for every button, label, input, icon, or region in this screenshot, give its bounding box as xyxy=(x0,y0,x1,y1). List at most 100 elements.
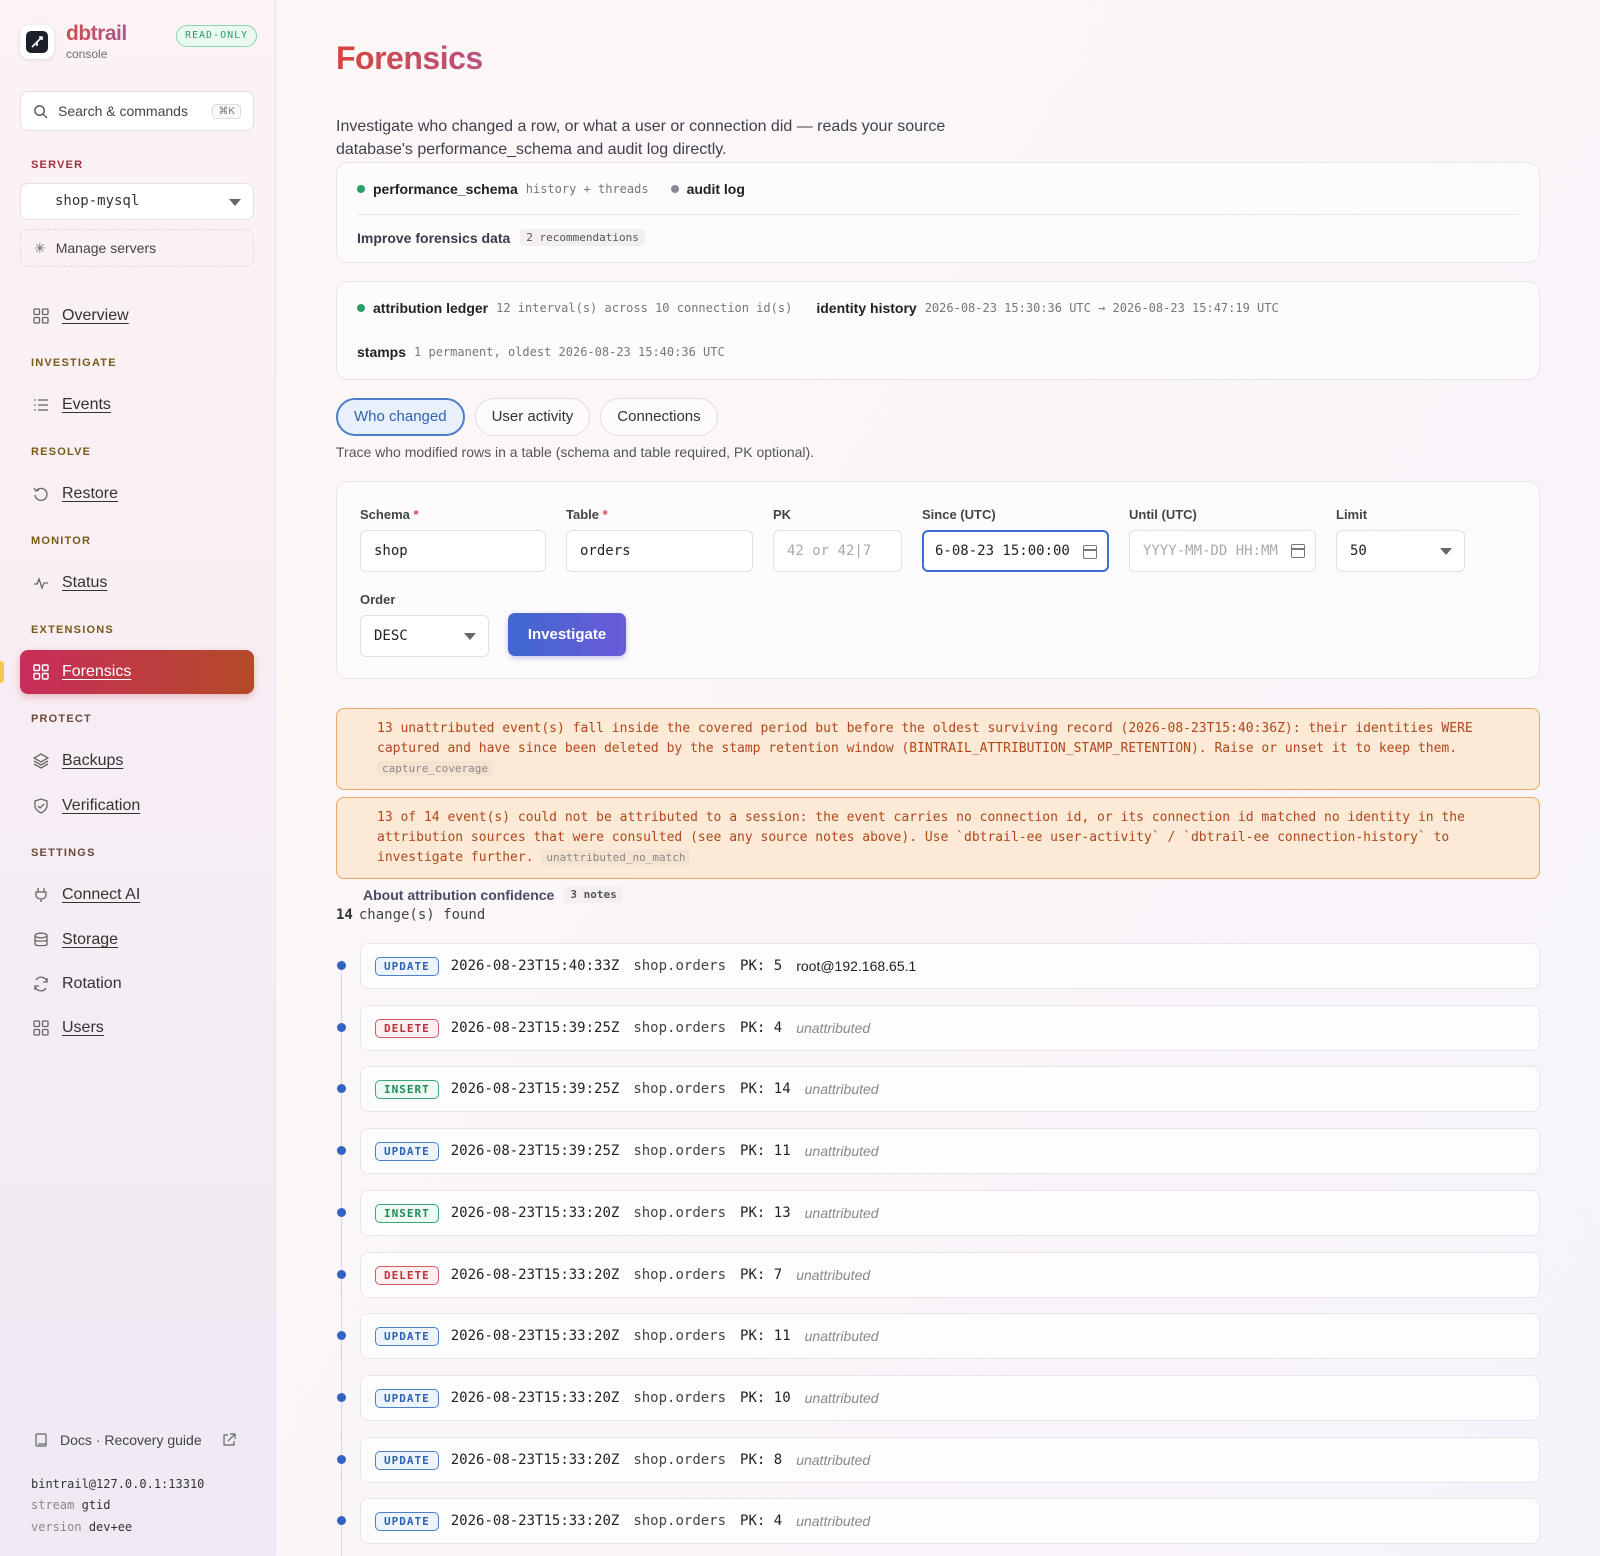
event-actor: unattributed xyxy=(796,1020,871,1036)
investigate-button[interactable]: Investigate xyxy=(508,613,626,656)
event-actor: unattributed xyxy=(796,1267,871,1283)
event-timestamp: 2026-08-23T15:33:20Z xyxy=(450,1267,620,1283)
event-actor: unattributed xyxy=(804,1143,879,1159)
stamps-detail: 1 permanent, oldest 2026-08-23 15:40:36 … xyxy=(414,345,725,359)
ledger-detail: 12 interval(s) across 10 connection id(s… xyxy=(496,301,793,315)
brand-name: dbtrail xyxy=(66,22,127,45)
recommendation-count: 2 recommendations xyxy=(520,229,645,246)
source-audit-name: audit log xyxy=(686,181,745,197)
docs-link[interactable]: Docs · Recovery guide xyxy=(34,1432,236,1448)
source-ps-name: performance_schema xyxy=(373,181,518,197)
limit-select[interactable]: 50 xyxy=(1336,530,1465,572)
table-row[interactable]: UPDATE 2026-08-23T15:33:20Z shop.orders PK:… xyxy=(360,1313,1540,1359)
table-row[interactable]: UPDATE 2026-08-23T15:39:25Z shop.orders PK:… xyxy=(360,1128,1540,1174)
nav-verification[interactable]: Verification xyxy=(20,785,254,827)
grid-icon xyxy=(32,663,50,681)
ledger-name: attribution ledger xyxy=(373,300,489,316)
since-value: 6-08-23 15:00:00 xyxy=(935,543,1070,559)
protect-section-label: PROTECT xyxy=(31,713,92,725)
resolve-section-label: RESOLVE xyxy=(31,446,92,458)
nav-rotation[interactable]: Rotation xyxy=(20,963,254,1005)
table-row[interactable]: DELETE 2026-08-23T15:39:25Z shop.orders PK:… xyxy=(360,1005,1540,1051)
mode-tabs: Who changed User activity Connections xyxy=(336,398,728,436)
warning-code: capture_coverage xyxy=(377,761,493,776)
event-table: shop.orders xyxy=(633,1081,727,1097)
nav-users-label: Users xyxy=(62,1019,104,1036)
event-table: shop.orders xyxy=(633,1267,727,1283)
nav-forensics[interactable]: Forensics xyxy=(20,650,254,694)
event-timestamp: 2026-08-23T15:39:25Z xyxy=(450,1081,620,1097)
nav-forensics-label: Forensics xyxy=(62,663,132,680)
table-row[interactable]: UPDATE 2026-08-23T15:33:20Z shop.orders PK:… xyxy=(360,1437,1540,1483)
table-row[interactable]: INSERT 2026-08-23T15:39:25Z shop.orders PK:… xyxy=(360,1066,1540,1112)
tab-hint: Trace who modified rows in a table (sche… xyxy=(336,444,815,460)
server-select[interactable]: shop-mysql xyxy=(20,183,254,220)
improve-forensics-toggle[interactable]: Improve forensics data 2 recommendations xyxy=(357,229,645,246)
table-row[interactable]: UPDATE 2026-08-23T15:40:33Z shop.orders PK:… xyxy=(360,943,1540,989)
event-table: shop.orders xyxy=(633,1205,727,1221)
gear-icon: ✳ xyxy=(34,239,46,256)
read-only-badge: READ-ONLY xyxy=(176,25,258,47)
table-row[interactable]: DELETE 2026-08-23T15:33:20Z shop.orders PK:… xyxy=(360,1252,1540,1298)
timeline-dot xyxy=(337,1023,346,1032)
table-label: Table * xyxy=(566,507,608,522)
timeline-dot xyxy=(337,1331,346,1340)
brand-subtitle: console xyxy=(66,47,108,61)
table-row[interactable]: UPDATE 2026-08-23T15:33:20Z shop.orders PK:… xyxy=(360,1498,1540,1544)
nav-overview-label: Overview xyxy=(62,307,129,324)
nav-overview[interactable]: Overview xyxy=(20,295,254,337)
nav-events[interactable]: Events xyxy=(20,384,254,426)
event-timestamp: 2026-08-23T15:39:25Z xyxy=(450,1143,620,1159)
event-pk: PK: 7 xyxy=(740,1267,783,1283)
tab-user-activity[interactable]: User activity xyxy=(474,398,591,436)
timeline-dot xyxy=(337,1270,346,1279)
status-dot-neutral xyxy=(670,185,679,193)
table-row[interactable]: INSERT 2026-08-23T15:33:20Z shop.orders PK:… xyxy=(360,1190,1540,1236)
list-icon xyxy=(32,396,50,414)
monitor-section-label: MONITOR xyxy=(31,535,92,547)
search-button[interactable]: Search & commands ⌘K xyxy=(20,91,254,131)
nav-events-label: Events xyxy=(62,396,111,413)
calendar-icon[interactable] xyxy=(1291,544,1305,558)
search-shortcut: ⌘K xyxy=(212,103,241,119)
database-icon xyxy=(32,931,50,949)
identity-name: identity history xyxy=(816,300,917,316)
event-actor: unattributed xyxy=(796,1513,871,1529)
pk-label: PK xyxy=(773,507,792,522)
pk-input[interactable]: 42 or 42|7 xyxy=(773,530,902,572)
until-label: Until (UTC) xyxy=(1129,507,1197,522)
nav-connect-ai[interactable]: Connect AI xyxy=(20,874,254,916)
nav-storage[interactable]: Storage xyxy=(20,919,254,961)
schema-input[interactable]: shop xyxy=(360,530,546,572)
table-input[interactable]: orders xyxy=(566,530,753,572)
extensions-section-label: EXTENSIONS xyxy=(31,624,114,636)
about-notes-count: 3 notes xyxy=(564,886,623,903)
nav-users[interactable]: Users xyxy=(20,1007,254,1049)
brand[interactable]: dbtrail console xyxy=(20,22,127,61)
page-title: Forensics xyxy=(336,40,483,76)
stream-info: stream gtid xyxy=(31,1498,111,1512)
calendar-icon[interactable] xyxy=(1083,545,1097,559)
manage-servers-button[interactable]: ✳ Manage servers xyxy=(20,229,254,267)
server-select-value: shop-mysql xyxy=(55,193,140,209)
event-table: shop.orders xyxy=(633,1328,727,1344)
sidebar: dbtrail console READ-ONLY Search & comma… xyxy=(0,0,276,1556)
since-input[interactable]: 6-08-23 15:00:00 xyxy=(922,530,1109,572)
until-input[interactable]: YYYY-MM-DD HH:MM xyxy=(1129,530,1316,572)
event-pk: PK: 8 xyxy=(740,1452,783,1468)
tab-connections[interactable]: Connections xyxy=(600,398,718,436)
docs-label: Docs · Recovery guide xyxy=(60,1432,202,1448)
timeline-dot xyxy=(337,1516,346,1525)
search-label: Search & commands xyxy=(58,103,188,119)
order-select[interactable]: DESC xyxy=(360,615,489,657)
attribution-row: attribution ledger 12 interval(s) across… xyxy=(357,300,1279,316)
about-attribution-toggle[interactable]: About attribution confidence 3 notes xyxy=(363,886,623,903)
nav-restore[interactable]: Restore xyxy=(20,473,254,515)
tab-who-changed[interactable]: Who changed xyxy=(336,398,465,436)
nav-status[interactable]: Status xyxy=(20,562,254,604)
nav-backups[interactable]: Backups xyxy=(20,740,254,782)
order-label: Order xyxy=(360,592,396,607)
table-row[interactable]: UPDATE 2026-08-23T15:33:20Z shop.orders PK:… xyxy=(360,1375,1540,1421)
event-table: shop.orders xyxy=(633,1020,727,1036)
version-info: version dev+ee xyxy=(31,1520,133,1534)
